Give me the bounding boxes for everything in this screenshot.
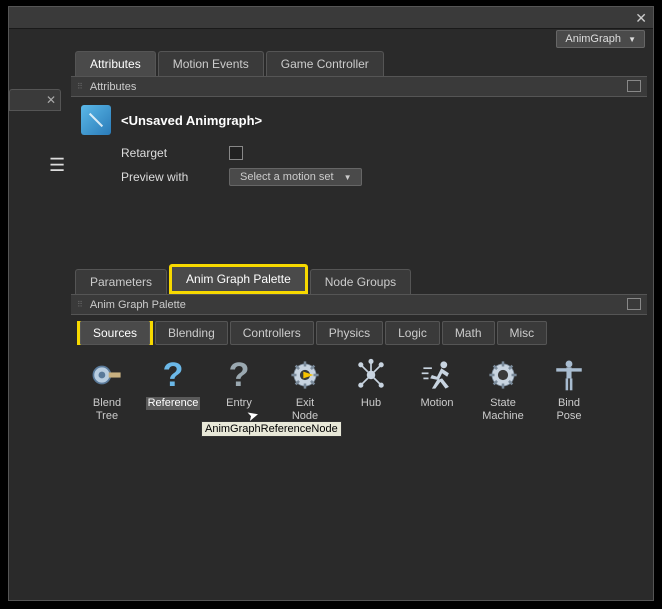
app-frame: ✕ AnimGraph ▼ ✕ ☰ Attributes Motion Even… <box>8 6 654 601</box>
cat-controllers[interactable]: Controllers <box>230 321 314 345</box>
runner-icon <box>417 357 457 393</box>
palette-tabs: Parameters Anim Graph Palette Node Group… <box>71 267 647 295</box>
workspace: ✕ ☰ Attributes Motion Events Game Contro… <box>9 51 653 600</box>
tab-node-groups[interactable]: Node Groups <box>310 269 411 294</box>
tab-game-controller[interactable]: Game Controller <box>266 51 384 76</box>
attributes-panel-header[interactable]: ⠿ Attributes <box>71 77 647 97</box>
tpose-icon <box>549 357 589 393</box>
titlebar[interactable]: ✕ <box>9 7 653 29</box>
tab-attributes[interactable]: Attributes <box>75 51 156 76</box>
menubar: AnimGraph ▼ <box>9 29 653 51</box>
node-reference[interactable]: ? Reference <box>145 357 201 410</box>
hub-icon <box>351 357 391 393</box>
cat-physics[interactable]: Physics <box>316 321 383 345</box>
node-state-machine[interactable]: StateMachine <box>475 357 531 423</box>
node-entry[interactable]: ? Entry <box>211 357 267 410</box>
palette-header-title: Anim Graph Palette <box>90 299 186 311</box>
close-icon[interactable]: ✕ <box>46 93 56 107</box>
palette-section: Parameters Anim Graph Palette Node Group… <box>71 267 647 435</box>
blend-tree-icon <box>87 357 127 393</box>
node-label: BindPose <box>556 397 581 423</box>
main-panel: Attributes Motion Events Game Controller… <box>71 51 647 594</box>
node-label: Motion <box>420 397 453 410</box>
grip-icon: ⠿ <box>77 300 84 309</box>
category-row: Sources Blending Controllers Physics Log… <box>71 315 647 345</box>
node-hub[interactable]: Hub <box>343 357 399 410</box>
retarget-label: Retarget <box>121 146 211 160</box>
cat-logic[interactable]: Logic <box>385 321 440 345</box>
gear-arrow-icon <box>285 357 325 393</box>
node-bind-pose[interactable]: BindPose <box>541 357 597 423</box>
tab-parameters[interactable]: Parameters <box>75 269 167 294</box>
preview-with-label: Preview with <box>121 170 211 184</box>
collapsed-tab[interactable]: ✕ <box>9 89 61 111</box>
cat-blending[interactable]: Blending <box>155 321 228 345</box>
node-exit-node[interactable]: ExitNode <box>277 357 333 423</box>
node-label: StateMachine <box>482 397 524 423</box>
grip-icon: ⠿ <box>77 82 84 91</box>
gear-icon <box>483 357 523 393</box>
animgraph-file-icon <box>81 105 111 135</box>
node-blend-tree[interactable]: BlendTree <box>79 357 135 423</box>
attributes-body: <Unsaved Animgraph> Retarget Preview wit… <box>71 97 647 247</box>
node-label: ExitNode <box>292 397 318 423</box>
node-list: BlendTree ? Reference ? Entry <box>71 345 647 435</box>
chevron-down-icon: ▼ <box>628 35 636 44</box>
tooltip: AnimGraphReferenceNode <box>201 421 342 437</box>
node-label: Reference <box>146 397 201 410</box>
tab-motion-events[interactable]: Motion Events <box>158 51 264 76</box>
palette-panel-header[interactable]: ⠿ Anim Graph Palette <box>71 295 647 315</box>
list-icon[interactable]: ☰ <box>49 155 65 176</box>
node-motion[interactable]: Motion <box>409 357 465 410</box>
question-icon: ? <box>219 357 259 393</box>
animgraph-file-title: <Unsaved Animgraph> <box>121 113 262 128</box>
motion-set-dropdown[interactable]: Select a motion set ▼ <box>229 168 362 186</box>
cat-sources[interactable]: Sources <box>80 321 150 345</box>
node-label: BlendTree <box>93 397 121 423</box>
attributes-header-title: Attributes <box>90 81 136 93</box>
cat-misc[interactable]: Misc <box>497 321 548 345</box>
retarget-checkbox[interactable] <box>229 146 243 160</box>
top-tabs: Attributes Motion Events Game Controller <box>71 51 647 77</box>
node-label: Hub <box>361 397 381 410</box>
chevron-down-icon: ▼ <box>344 173 352 182</box>
question-icon: ? <box>153 357 193 393</box>
animgraph-menu[interactable]: AnimGraph ▼ <box>556 30 645 48</box>
close-icon[interactable]: ✕ <box>635 10 647 27</box>
cat-math[interactable]: Math <box>442 321 495 345</box>
restore-icon[interactable] <box>627 298 641 310</box>
tab-anim-graph-palette[interactable]: Anim Graph Palette <box>169 264 308 294</box>
restore-icon[interactable] <box>627 80 641 92</box>
animgraph-menu-label: AnimGraph <box>565 33 621 45</box>
